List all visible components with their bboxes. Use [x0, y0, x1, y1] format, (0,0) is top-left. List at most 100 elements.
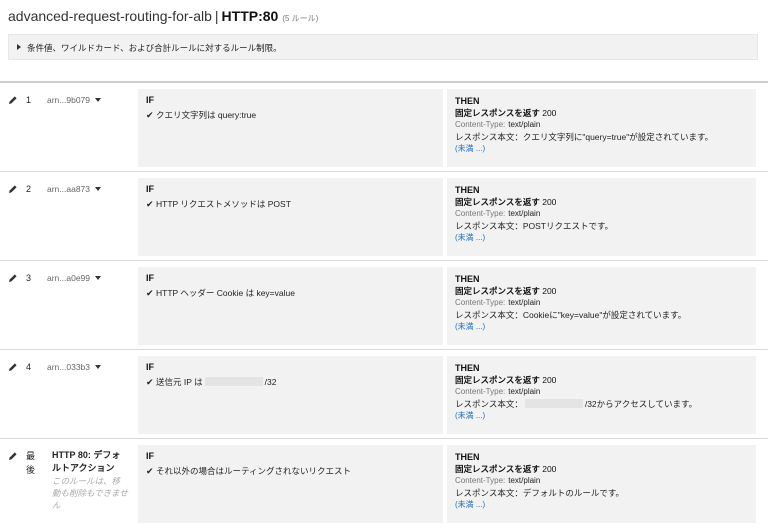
action-line: 固定レスポンスを返す 200 [455, 374, 748, 386]
action-line: 固定レスポンスを返す 200 [455, 463, 748, 475]
content-type-value: text/plain [508, 120, 541, 129]
rule-conditions: IF ✔ 送信元 IP は/32 [138, 356, 443, 434]
pencil-icon[interactable] [8, 184, 18, 194]
condition-text: HTTP リクエストメソッドは POST [156, 199, 291, 209]
header-separator: | [214, 8, 219, 24]
action-text: 固定レスポンスを返す [455, 197, 540, 207]
condition-suffix: /32 [264, 377, 277, 387]
rule-arn-dropdown[interactable]: arn...aa873 [47, 184, 102, 194]
show-more-link[interactable]: (未満 ...) [455, 143, 748, 155]
rule-conditions: IF ✔ HTTP リクエストメソッドは POST [138, 178, 443, 256]
rule-arn-dropdown[interactable]: arn...033b3 [47, 362, 102, 372]
content-type-label: Content-Type: [455, 209, 506, 218]
listener-name: HTTP:80 [221, 8, 279, 24]
pencil-icon[interactable] [8, 95, 18, 105]
rule-priority: 最後 [26, 451, 36, 475]
page-header: advanced-request-routing-for-alb | HTTP:80… [8, 8, 318, 26]
rule-arn: arn...a0e99 [47, 273, 91, 283]
load-balancer-name: advanced-request-routing-for-alb [8, 8, 212, 24]
condition-item: ✔ HTTP リクエストメソッドは POST [146, 198, 435, 210]
response-body: レスポンス本文： /32からアクセスしています。 [455, 398, 748, 410]
rule-arn: arn...033b3 [47, 362, 91, 372]
rule-actions: THEN 固定レスポンスを返す 200 Content-Type: text/pl… [447, 267, 756, 345]
caret-down-icon [95, 365, 102, 369]
show-more-link[interactable]: (未満 ...) [455, 321, 748, 333]
action-text: 固定レスポンスを返す [455, 108, 540, 118]
rule-count: (5 ルール) [282, 14, 319, 23]
condition-item: ✔ 送信元 IP は/32 [146, 376, 435, 388]
rule-row: 1 arn...9b079 IF ✔ クエリ文字列は query:true THE… [0, 81, 768, 169]
if-label: IF [146, 451, 154, 461]
content-type-label: Content-Type: [455, 387, 506, 396]
content-type-label: Content-Type: [455, 120, 506, 129]
then-label: THEN [455, 185, 480, 195]
show-more-link[interactable]: (未満 ...) [455, 410, 748, 422]
rule-actions: THEN 固定レスポンスを返す 200 Content-Type: text/pl… [447, 356, 756, 434]
default-action-name: HTTP 80: デフォルトアクション [52, 450, 121, 473]
show-more-link[interactable]: (未満 ...) [455, 232, 748, 244]
then-label: THEN [455, 96, 480, 106]
rule-row: 3 arn...a0e99 IF ✔ HTTP ヘッダー Cookie は key… [0, 260, 768, 348]
rule-arn-dropdown[interactable]: arn...a0e99 [47, 273, 102, 283]
rule-row: 2 arn...aa873 IF ✔ HTTP リクエストメソッドは POST T… [0, 171, 768, 259]
content-type-label: Content-Type: [455, 476, 506, 485]
content-type-line: Content-Type: text/plain [455, 475, 748, 487]
check-icon: ✔ [146, 199, 154, 209]
content-type-line: Content-Type: text/plain [455, 119, 748, 131]
check-icon: ✔ [146, 377, 154, 387]
rule-arn: arn...9b079 [47, 95, 91, 105]
content-type-line: Content-Type: text/plain [455, 297, 748, 309]
action-line: 固定レスポンスを返す 200 [455, 196, 748, 208]
status-code: 200 [542, 286, 557, 296]
rule-conditions: IF ✔ クエリ文字列は query:true [138, 89, 443, 167]
rule-arn-dropdown[interactable]: arn...9b079 [47, 95, 102, 105]
rule-actions: THEN 固定レスポンスを返す 200 Content-Type: text/pl… [447, 89, 756, 167]
rule-actions: THEN 固定レスポンスを返す 200 Content-Type: text/pl… [447, 445, 756, 523]
pencil-icon[interactable] [8, 273, 18, 283]
pencil-icon[interactable] [8, 451, 18, 461]
rule-priority: 1 [26, 95, 32, 105]
rule-priority: 2 [26, 184, 32, 194]
content-type-value: text/plain [508, 387, 541, 396]
check-icon: ✔ [146, 110, 154, 120]
action-text: 固定レスポンスを返す [455, 375, 540, 385]
content-type-line: Content-Type: text/plain [455, 386, 748, 398]
condition-item: ✔ クエリ文字列は query:true [146, 109, 435, 121]
check-icon: ✔ [146, 466, 154, 476]
status-code: 200 [542, 108, 557, 118]
action-line: 固定レスポンスを返す 200 [455, 285, 748, 297]
content-type-value: text/plain [508, 298, 541, 307]
condition-text: それ以外の場合はルーティングされないリクエスト [156, 466, 351, 476]
redacted-ip [524, 399, 583, 408]
status-code: 200 [542, 464, 557, 474]
redacted-ip [204, 377, 263, 386]
condition-item: ✔ それ以外の場合はルーティングされないリクエスト [146, 465, 435, 477]
response-body: レスポンス本文：Cookieに"key=value"が設定されています。 [455, 310, 687, 320]
content-type-label: Content-Type: [455, 298, 506, 307]
condition-text: クエリ文字列は query:true [156, 110, 257, 120]
show-more-link[interactable]: (未満 ...) [455, 499, 748, 511]
rule-conditions: IF ✔ HTTP ヘッダー Cookie は key=value [138, 267, 443, 345]
condition-prefix: 送信元 IP は [156, 377, 203, 387]
caret-down-icon [95, 276, 102, 280]
caret-down-icon [95, 187, 102, 191]
content-type-value: text/plain [508, 209, 541, 218]
check-icon: ✔ [146, 288, 154, 298]
action-line: 固定レスポンスを返す 200 [455, 107, 748, 119]
expand-triangle-icon [17, 44, 21, 50]
rule-row: 4 arn...033b3 IF ✔ 送信元 IP は/32 THEN 固定レスポ… [0, 349, 768, 437]
content-type-value: text/plain [508, 476, 541, 485]
status-code: 200 [542, 197, 557, 207]
rule-limits-expander[interactable]: 条件値、ワイルドカード、および合計ルールに対するルール制限。 [8, 34, 758, 60]
then-label: THEN [455, 452, 480, 462]
response-body: レスポンス本文：デフォルトのルールです。 [455, 488, 624, 498]
if-label: IF [146, 362, 154, 372]
condition-text: HTTP ヘッダー Cookie は key=value [156, 288, 295, 298]
rule-actions: THEN 固定レスポンスを返す 200 Content-Type: text/pl… [447, 178, 756, 256]
pencil-icon[interactable] [8, 362, 18, 372]
body-prefix: レスポンス本文： [455, 399, 523, 409]
then-label: THEN [455, 274, 480, 284]
rule-priority: 3 [26, 273, 32, 283]
response-body: レスポンス本文：POSTリクエストです。 [455, 221, 614, 231]
rule-priority: 4 [26, 362, 32, 372]
